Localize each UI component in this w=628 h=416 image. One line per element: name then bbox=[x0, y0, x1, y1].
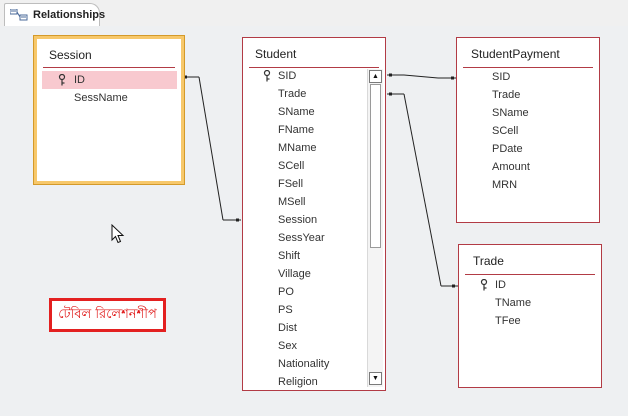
field-student-dist[interactable]: Dist bbox=[243, 319, 365, 337]
field-label: SCell bbox=[278, 160, 305, 172]
divider bbox=[43, 67, 175, 68]
field-label: SName bbox=[492, 107, 529, 119]
tab-relationships[interactable]: Relationships bbox=[4, 3, 105, 26]
field-label: Dist bbox=[278, 322, 297, 334]
field-label: Religion bbox=[278, 376, 318, 388]
field-label: Amount bbox=[492, 161, 530, 173]
table-studentpayment[interactable]: StudentPayment SID Trade SName SCell PDate Am… bbox=[456, 37, 600, 223]
field-label: PO bbox=[278, 286, 294, 298]
field-student-msell[interactable]: MSell bbox=[243, 193, 365, 211]
field-studentpayment-scell[interactable]: SCell bbox=[457, 122, 587, 140]
field-label: Village bbox=[278, 268, 311, 280]
divider bbox=[465, 274, 595, 275]
field-label: Nationality bbox=[278, 358, 330, 370]
table-student-title: Student bbox=[255, 47, 297, 61]
table-session[interactable]: Session ID SessName bbox=[33, 35, 185, 185]
field-trade-id[interactable]: ID bbox=[459, 276, 589, 294]
table-student[interactable]: Student ▲ ▼ SID Trade SName FName MName SCell… bbox=[242, 37, 386, 391]
field-label: ID bbox=[74, 74, 85, 86]
student-scrollbar[interactable]: ▲ ▼ bbox=[367, 69, 383, 387]
field-label: SessYear bbox=[278, 232, 325, 244]
field-student-mname[interactable]: MName bbox=[243, 139, 365, 157]
field-label: PS bbox=[278, 304, 293, 316]
field-label: FSell bbox=[278, 178, 304, 190]
field-label: PDate bbox=[492, 143, 523, 155]
field-label: Session bbox=[278, 214, 318, 226]
field-studentpayment-pdate[interactable]: PDate bbox=[457, 140, 587, 158]
field-label: TName bbox=[495, 297, 532, 309]
field-session-sessname[interactable]: SessName bbox=[42, 89, 177, 107]
field-label: Trade bbox=[492, 89, 521, 101]
field-student-ps[interactable]: PS bbox=[243, 301, 365, 319]
field-student-sname[interactable]: SName bbox=[243, 103, 365, 121]
field-student-sessyear[interactable]: SessYear bbox=[243, 229, 365, 247]
field-label: MName bbox=[278, 142, 317, 154]
field-label: SID bbox=[492, 71, 511, 83]
field-studentpayment-amount[interactable]: Amount bbox=[457, 158, 587, 176]
field-student-sid[interactable]: SID bbox=[243, 67, 365, 85]
field-label: SessName bbox=[74, 92, 128, 104]
primary-key-icon bbox=[58, 74, 66, 86]
field-student-sex[interactable]: Sex bbox=[243, 337, 365, 355]
field-studentpayment-sname[interactable]: SName bbox=[457, 104, 587, 122]
field-label: Sex bbox=[278, 340, 297, 352]
relationships-icon bbox=[10, 9, 28, 21]
field-trade-tfee[interactable]: TFee bbox=[459, 312, 589, 330]
field-label: FName bbox=[278, 124, 315, 136]
field-label: Shift bbox=[278, 250, 301, 262]
field-student-shift[interactable]: Shift bbox=[243, 247, 365, 265]
field-student-fsell[interactable]: FSell bbox=[243, 175, 365, 193]
field-studentpayment-mrn[interactable]: MRN bbox=[457, 176, 587, 194]
field-studentpayment-sid[interactable]: SID bbox=[457, 68, 587, 86]
mouse-pointer-icon bbox=[111, 224, 125, 244]
primary-key-icon bbox=[480, 279, 488, 291]
table-trade[interactable]: Trade ID TName TFee bbox=[458, 244, 602, 388]
field-student-fname[interactable]: FName bbox=[243, 121, 365, 139]
field-student-session[interactable]: Session bbox=[243, 211, 365, 229]
field-session-id[interactable]: ID bbox=[42, 71, 177, 89]
field-label: SCell bbox=[492, 125, 519, 137]
table-studentpayment-title: StudentPayment bbox=[471, 47, 560, 61]
field-label: SName bbox=[278, 106, 315, 118]
field-trade-tname[interactable]: TName bbox=[459, 294, 589, 312]
field-label: TFee bbox=[495, 315, 521, 327]
field-student-religion[interactable]: Religion bbox=[243, 373, 365, 391]
document-tab-bar: Relationships bbox=[0, 0, 628, 27]
table-trade-title: Trade bbox=[473, 254, 504, 268]
field-label: MSell bbox=[278, 196, 306, 208]
field-student-nationality[interactable]: Nationality bbox=[243, 355, 365, 373]
field-label: ID bbox=[495, 279, 506, 291]
scroll-up-arrow-icon[interactable]: ▲ bbox=[369, 70, 382, 83]
annotation-note: টেবিল রিলেশনশীপ bbox=[49, 298, 166, 332]
tab-label: Relationships bbox=[33, 9, 106, 21]
field-label: MRN bbox=[492, 179, 518, 191]
field-studentpayment-trade[interactable]: Trade bbox=[457, 86, 587, 104]
scroll-thumb[interactable] bbox=[370, 84, 381, 248]
field-student-village[interactable]: Village bbox=[243, 265, 365, 283]
field-student-po[interactable]: PO bbox=[243, 283, 365, 301]
primary-key-icon bbox=[263, 70, 271, 82]
field-student-scell[interactable]: SCell bbox=[243, 157, 365, 175]
field-label: SID bbox=[278, 70, 297, 82]
scroll-down-arrow-icon[interactable]: ▼ bbox=[369, 372, 382, 385]
table-session-title: Session bbox=[49, 48, 92, 62]
field-label: Trade bbox=[278, 88, 307, 100]
field-student-trade[interactable]: Trade bbox=[243, 85, 365, 103]
